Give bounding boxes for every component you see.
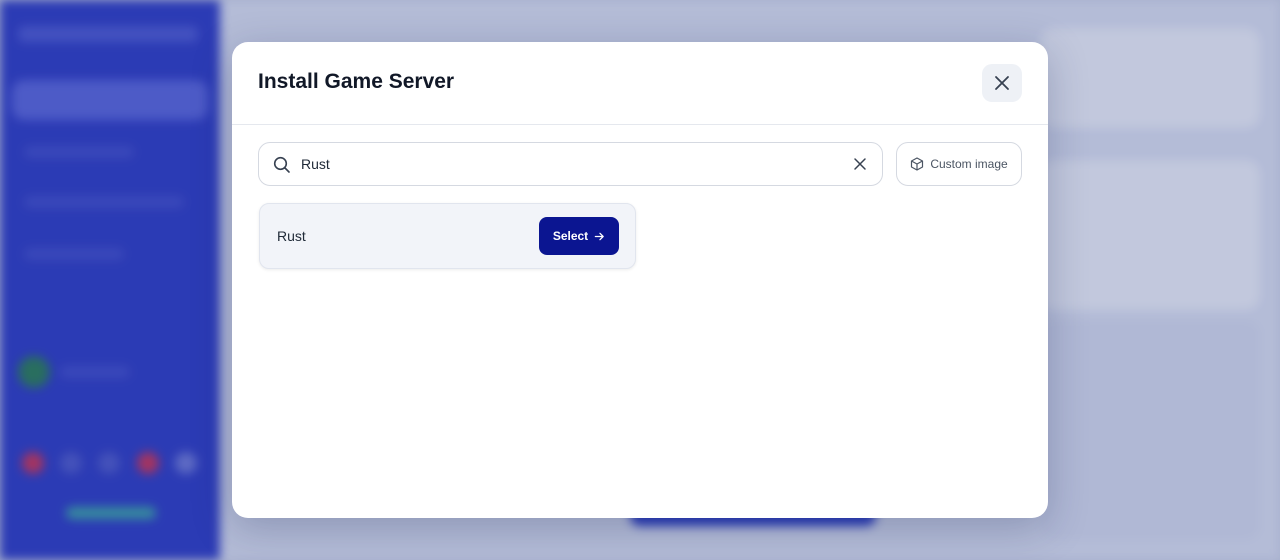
install-game-server-modal: Install Game Server Custom image Rust Se… xyxy=(232,42,1048,518)
game-name: Rust xyxy=(277,228,306,244)
custom-image-button[interactable]: Custom image xyxy=(896,142,1022,186)
modal-header: Install Game Server xyxy=(232,42,1048,125)
arrow-right-icon xyxy=(594,232,604,240)
custom-image-label: Custom image xyxy=(930,157,1008,171)
select-label: Select xyxy=(552,229,589,243)
select-button[interactable]: Select xyxy=(539,217,619,255)
game-result-card: Rust Select xyxy=(259,203,636,269)
search-field[interactable] xyxy=(258,142,883,186)
cube-icon xyxy=(911,157,924,171)
search-input[interactable] xyxy=(301,151,841,177)
clear-search-icon[interactable] xyxy=(853,157,867,171)
close-button[interactable] xyxy=(982,64,1022,102)
close-icon xyxy=(995,76,1009,90)
modal-title: Install Game Server xyxy=(258,70,455,93)
search-icon xyxy=(273,156,290,173)
